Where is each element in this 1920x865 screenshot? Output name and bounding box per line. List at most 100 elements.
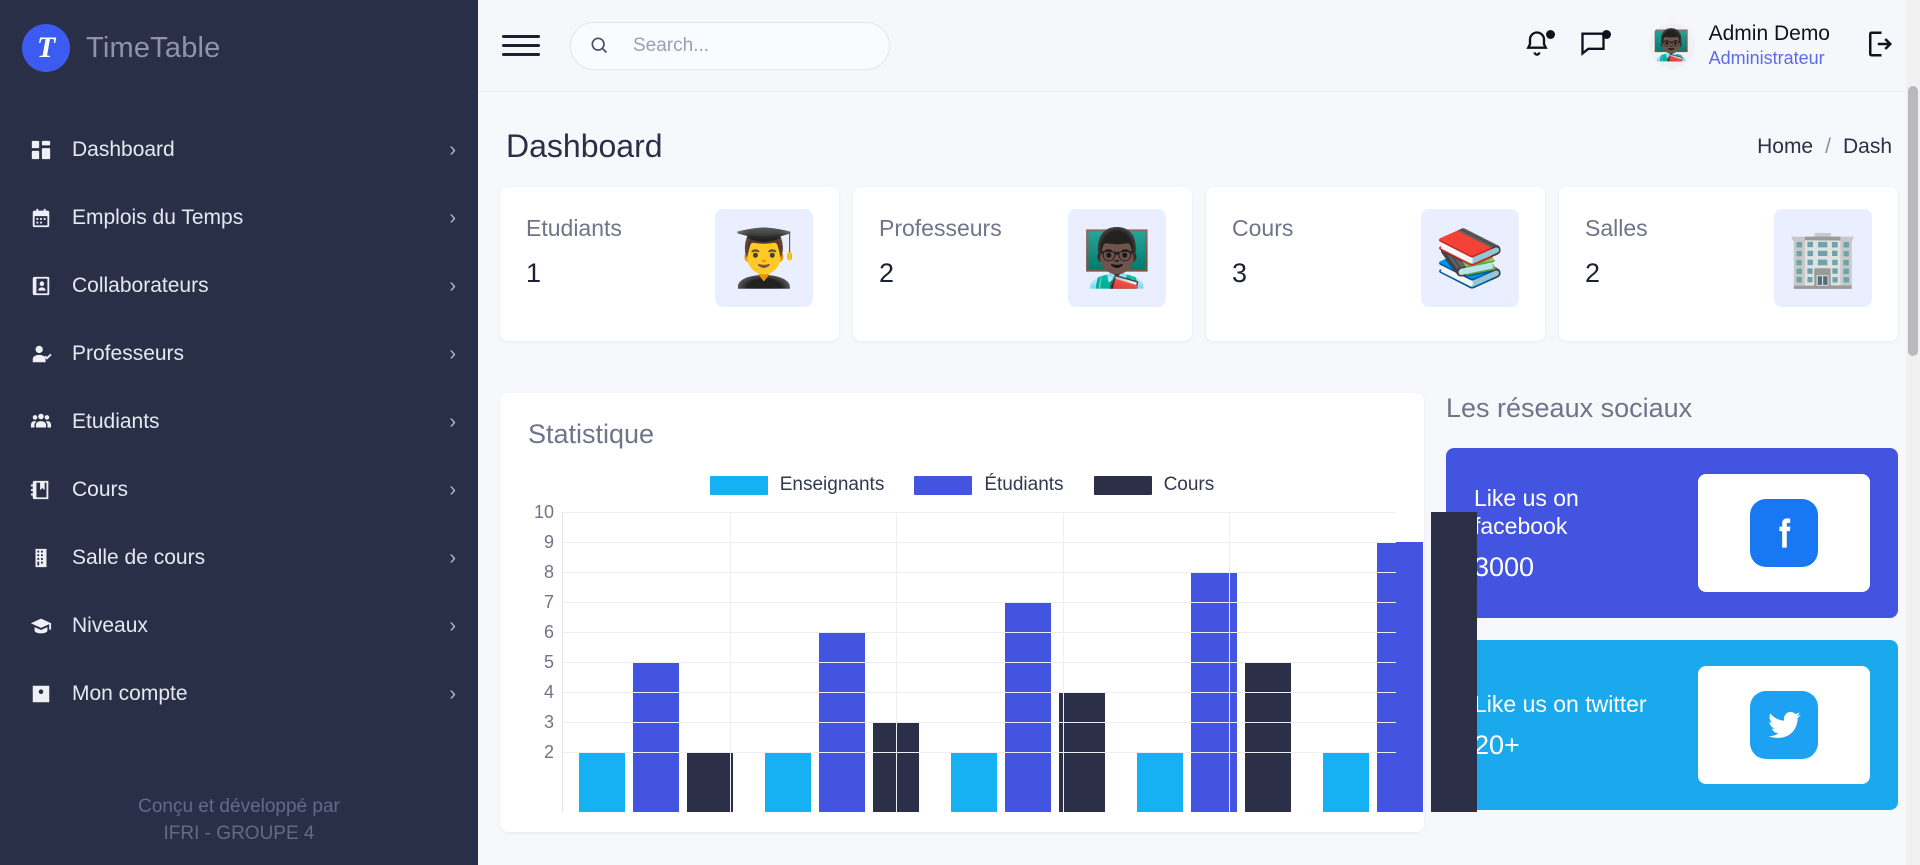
chevron-right-icon: › [449, 138, 456, 161]
chart-bar[interactable] [687, 752, 733, 812]
message-icon[interactable] [1579, 29, 1613, 63]
teacher-icon: 👨🏿‍🏫 [1068, 209, 1166, 307]
chart-vline [1062, 512, 1064, 812]
chart-bar[interactable] [1137, 752, 1183, 812]
chart-y-tick: 4 [543, 682, 554, 702]
legend-item-enseignants[interactable]: Enseignants [709, 474, 885, 496]
chart-bar[interactable] [1377, 542, 1423, 812]
sidebar-footer-line2: IFRI - GROUPE 4 [163, 823, 315, 844]
page-title: Dashboard [506, 128, 663, 164]
chart-bar[interactable] [633, 662, 679, 812]
stat-card-salles[interactable]: Salles 2 🏢 [1559, 187, 1898, 341]
vertical-scrollbar[interactable] [1906, 0, 1920, 865]
lower-row: Statistique Enseignants Étudiants Cours … [500, 393, 1898, 832]
statistics-chart-card: Statistique Enseignants Étudiants Cours … [500, 393, 1477, 832]
profile-name: Admin Demo [1708, 22, 1830, 46]
stat-card-etudiants[interactable]: Etudiants 1 👨‍🎓 [500, 187, 839, 341]
legend-label: Cours [1163, 474, 1215, 495]
chart-gridline [563, 662, 1396, 663]
stat-card-professeurs[interactable]: Professeurs 2 👨🏿‍🏫 [853, 187, 1192, 341]
sidebar-item-label: Salle de cours [72, 546, 206, 569]
legend-item-cours[interactable]: Cours [1093, 474, 1215, 496]
sidebar-footer: Conçu et développé par IFRI - GROUPE 4 [0, 793, 478, 847]
stat-value: 1 [526, 258, 542, 288]
logout-icon[interactable] [1864, 29, 1898, 63]
chart-gridline [563, 542, 1396, 543]
facebook-card[interactable]: Like us on facebook 3000 [1446, 448, 1898, 618]
chart-legend: Enseignants Étudiants Cours [528, 474, 1396, 496]
sidebar: T TimeTable Dashboard › Emplois du Temps… [0, 0, 478, 865]
breadcrumb-separator: / [1825, 134, 1831, 158]
stat-card-cours[interactable]: Cours 3 📚 [1206, 187, 1545, 341]
twitter-icon [1750, 691, 1818, 759]
search-box[interactable] [570, 21, 890, 70]
social-card-label: Like us on facebook [1474, 484, 1579, 539]
users-icon [28, 409, 54, 435]
sidebar-item-label: Emplois du Temps [72, 206, 244, 229]
sidebar-item-collaborateurs[interactable]: Collaborateurs › [0, 252, 478, 320]
student-icon: 👨‍🎓 [715, 209, 813, 307]
stat-label: Salles [1585, 215, 1648, 241]
brand[interactable]: T TimeTable [0, 0, 478, 94]
chart-y-tick: 5 [543, 652, 554, 672]
legend-swatch [709, 475, 768, 495]
sidebar-item-niveaux[interactable]: Niveaux › [0, 592, 478, 660]
legend-item-etudiants[interactable]: Étudiants [914, 474, 1064, 496]
notebook-icon [28, 477, 54, 503]
sidebar-item-cours[interactable]: Cours › [0, 456, 478, 524]
stat-cards: Etudiants 1 👨‍🎓 Professeurs 2 👨🏿‍🏫 Cours [500, 187, 1898, 341]
brand-name: TimeTable [86, 31, 221, 64]
account-box-icon [28, 681, 54, 707]
hamburger-icon[interactable] [502, 31, 540, 61]
breadcrumb: Home / Dash [1757, 135, 1892, 159]
sidebar-item-label: Professeurs [72, 342, 185, 365]
chart-bar[interactable] [765, 752, 811, 812]
sidebar-item-label: Etudiants [72, 410, 160, 433]
avatar: 👨🏿‍🏫 [1648, 22, 1695, 69]
social-panel-title: Les réseaux sociaux [1446, 393, 1693, 423]
scrollbar-thumb[interactable] [1908, 86, 1918, 356]
stat-text: Cours 3 [1232, 209, 1293, 289]
sidebar-item-label: Niveaux [72, 614, 148, 637]
main-area: 👨🏿‍🏫 Admin Demo Administrateur Dashboard… [478, 0, 1920, 865]
sidebar-item-salle-de-cours[interactable]: Salle de cours › [0, 524, 478, 592]
chart-bar[interactable] [579, 752, 625, 812]
search-icon [589, 35, 611, 57]
breadcrumb-item-home[interactable]: Home [1757, 135, 1813, 159]
social-card-label: Like us on twitter [1474, 690, 1647, 717]
chevron-right-icon: › [449, 478, 456, 501]
chart-bar[interactable] [951, 752, 997, 812]
stat-value: 2 [879, 258, 895, 288]
sidebar-item-label: Mon compte [72, 682, 188, 705]
sidebar-item-mon-compte[interactable]: Mon compte › [0, 660, 478, 728]
message-badge [1601, 29, 1611, 39]
chart-bar[interactable] [1323, 752, 1369, 812]
sidebar-item-emplois-du-temps[interactable]: Emplois du Temps › [0, 184, 478, 252]
twitter-card[interactable]: Like us on twitter 20+ [1446, 640, 1898, 810]
profile-text: Admin Demo Administrateur [1709, 21, 1830, 70]
profile-role: Administrateur [1708, 48, 1825, 69]
sidebar-item-etudiants[interactable]: Etudiants › [0, 388, 478, 456]
legend-label: Enseignants [779, 474, 885, 495]
chart-y-axis: 10 9 8 7 6 5 4 3 2 [528, 503, 562, 812]
chart-y-tick: 6 [543, 622, 554, 642]
sidebar-item-label: Dashboard [72, 138, 175, 161]
chart-vline [896, 512, 898, 812]
chevron-right-icon: › [449, 206, 456, 229]
search-input[interactable] [633, 34, 871, 57]
sidebar-footer-line1: Conçu et développé par [138, 796, 340, 817]
chart-bar[interactable] [1431, 512, 1477, 812]
chart-gridline [563, 632, 1396, 633]
chart-gridline [563, 512, 1396, 513]
chart-bar[interactable] [1245, 662, 1291, 812]
sidebar-item-professeurs[interactable]: Professeurs › [0, 320, 478, 388]
graduation-cap-icon [28, 613, 54, 639]
stat-label: Professeurs [879, 215, 1002, 241]
social-logo-box [1698, 474, 1870, 592]
bell-icon[interactable] [1523, 29, 1557, 63]
chart-gridline [563, 602, 1396, 603]
chart-bar[interactable] [1005, 602, 1051, 812]
sidebar-item-dashboard[interactable]: Dashboard › [0, 116, 478, 184]
sidebar-nav: Dashboard › Emplois du Temps › Collabora… [0, 116, 478, 728]
user-profile[interactable]: 👨🏿‍🏫 Admin Demo Administrateur [1648, 21, 1830, 70]
